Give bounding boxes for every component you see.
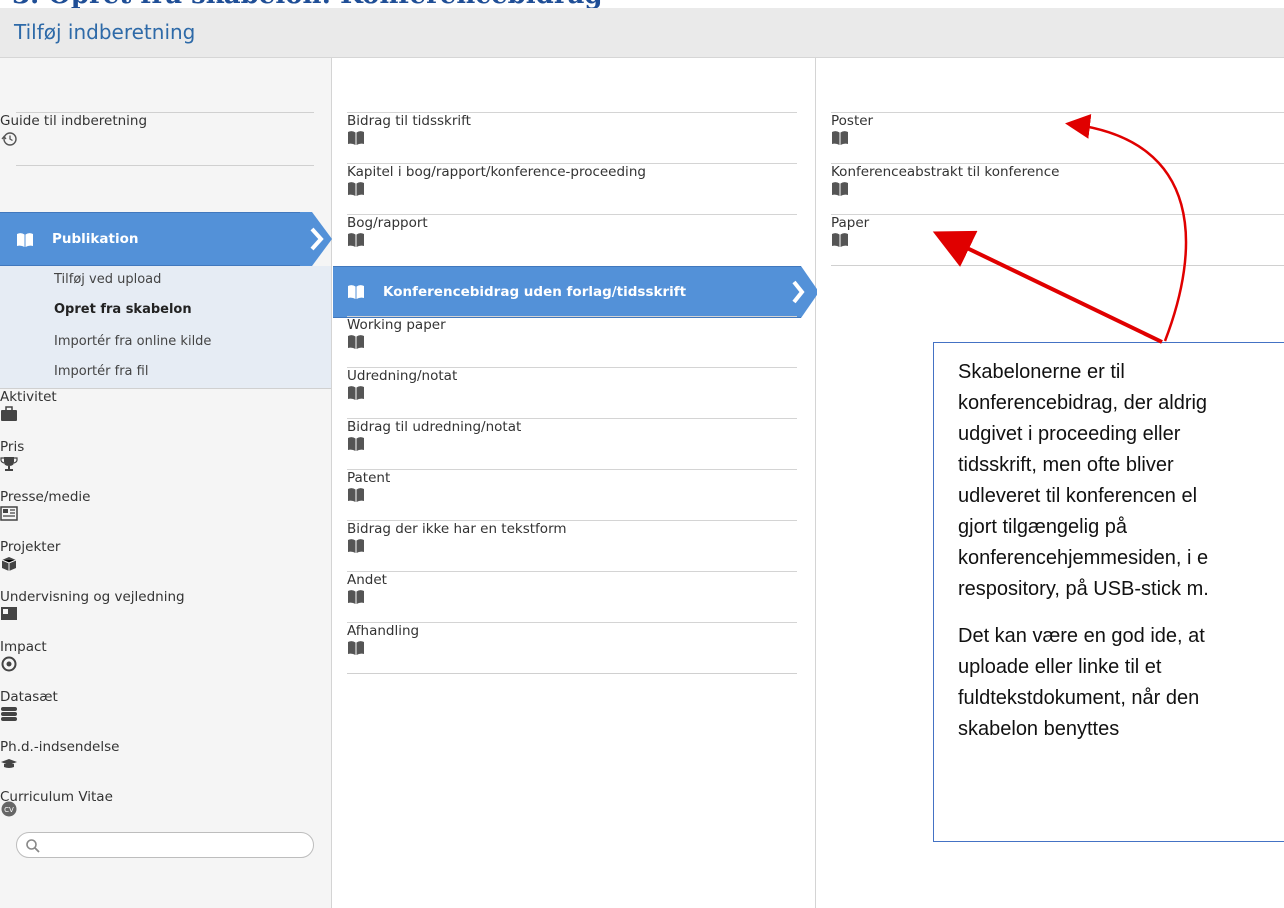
middle-item[interactable]: Patent	[347, 469, 797, 520]
presentation-icon	[1, 607, 17, 620]
sidebar-item-label: Presse/medie	[0, 489, 91, 505]
sidebar-item-label: Impact	[0, 639, 47, 655]
divider	[831, 265, 1284, 266]
page-header: Tilføj indberetning	[0, 8, 1284, 58]
middle-item[interactable]: Andet	[347, 571, 797, 622]
page-title: Tilføj indberetning	[14, 20, 196, 44]
sidebar-item-label: Projekter	[0, 539, 61, 555]
cv-icon: CV	[1, 801, 17, 817]
middle-item-label: Andet	[347, 572, 387, 588]
sidebar-divider	[16, 165, 314, 166]
trophy-icon	[0, 457, 18, 471]
graduation-cap-icon	[1, 759, 17, 768]
sidebar-item-label: Aktivitet	[0, 389, 57, 405]
template-item[interactable]: Poster	[831, 112, 1284, 163]
submenu-item-template[interactable]: Opret fra skabelon	[54, 302, 192, 317]
annotation-note: Skabelonerne er til konferencebidrag, de…	[933, 342, 1284, 842]
chevron-white-icon	[792, 280, 805, 304]
briefcase-icon	[1, 406, 17, 421]
cube-icon	[1, 557, 17, 571]
database-icon	[1, 707, 17, 721]
cropped-heading: 3. Opret fra skabelon: Konferencebidrag	[0, 0, 1284, 8]
template-item[interactable]: Konferenceabstrakt til konference	[831, 163, 1284, 214]
sidebar-item-publikation[interactable]: Publikation	[0, 212, 312, 266]
submenu-item-online-source[interactable]: Importér fra online kilde	[54, 334, 211, 349]
svg-text:CV: CV	[4, 806, 14, 814]
book-icon	[348, 386, 364, 400]
sidebar-item-phd[interactable]: Ph.d.-indsendelse	[0, 739, 119, 789]
middle-item-label: Kapitel i bog/rapport/konference-proceed…	[347, 164, 646, 180]
middle-item[interactable]: Working paper	[347, 316, 797, 367]
book-icon	[348, 641, 364, 655]
sidebar-item-label: Ph.d.-indsendelse	[0, 739, 120, 755]
middle-item-label: Working paper	[347, 317, 446, 333]
template-item-label: Poster	[831, 113, 874, 129]
middle-item-label: Bidrag der ikke har en tekstform	[347, 521, 567, 537]
book-icon	[348, 182, 364, 196]
book-icon	[17, 233, 33, 247]
sidebar-item-aktivitet[interactable]: Aktivitet	[0, 389, 57, 439]
book-icon	[348, 335, 364, 349]
middle-item[interactable]: Afhandling	[347, 622, 797, 673]
newspaper-icon	[0, 506, 18, 521]
search-icon	[26, 839, 40, 853]
middle-item-label: Udredning/notat	[347, 368, 458, 384]
book-icon	[832, 131, 848, 145]
sidebar-item-label: Datasæt	[0, 689, 58, 705]
book-icon	[348, 233, 364, 247]
sidebar-item-impact[interactable]: Impact	[0, 639, 47, 689]
middle-item-label: Konferencebidrag uden forlag/tidsskrift	[383, 284, 687, 300]
submenu-item-file[interactable]: Importér fra fil	[54, 364, 148, 379]
book-icon	[348, 488, 364, 502]
cropped-heading-text: 3. Opret fra skabelon: Konferencebidrag	[12, 0, 603, 8]
book-icon	[348, 285, 364, 299]
middle-item-label: Bidrag til tidsskrift	[347, 113, 471, 129]
middle-item[interactable]: Kapitel i bog/rapport/konference-proceed…	[347, 163, 797, 214]
middle-item-label: Afhandling	[347, 623, 420, 639]
middle-item-label: Patent	[347, 470, 391, 486]
divider	[347, 673, 797, 674]
middle-item[interactable]: Bidrag til tidsskrift	[347, 112, 797, 163]
middle-item[interactable]: Bidrag til udredning/notat	[347, 418, 797, 469]
chevron-right-icon	[300, 212, 332, 266]
middle-item-label: Bog/rapport	[347, 215, 428, 231]
book-icon	[348, 590, 364, 604]
sidebar-item-datasaet[interactable]: Datasæt	[0, 689, 58, 739]
sidebar-item-label: Guide til indberetning	[0, 113, 148, 129]
search-input[interactable]	[16, 832, 314, 858]
submenu-item-upload[interactable]: Tilføj ved upload	[54, 272, 161, 287]
book-icon	[348, 539, 364, 553]
book-icon	[348, 131, 364, 145]
book-icon	[832, 233, 848, 247]
history-icon	[1, 132, 17, 146]
sidebar-item-cv[interactable]: CV Curriculum Vitae	[0, 789, 113, 829]
sidebar-item-label: Pris	[0, 439, 25, 455]
sidebar-item-label: Publikation	[52, 231, 139, 247]
middle-item-selected[interactable]: Konferencebidrag uden forlag/tidsskrift	[333, 266, 801, 318]
book-icon	[832, 182, 848, 196]
book-icon	[348, 437, 364, 451]
template-item-label: Konferenceabstrakt til konference	[831, 164, 1060, 180]
middle-item[interactable]: Bog/rapport	[347, 214, 797, 265]
note-paragraph: Det kan være en god ide, at uploade elle…	[958, 625, 1205, 740]
publikation-submenu: Tilføj ved upload Opret fra skabelon Imp…	[0, 266, 331, 389]
note-paragraph: Skabelonerne er til konferencebidrag, de…	[958, 361, 1209, 600]
sidebar-item-projekter[interactable]: Projekter	[0, 539, 60, 589]
middle-item[interactable]: Udredning/notat	[347, 367, 797, 418]
sidebar-item-undervisning[interactable]: Undervisning og vejledning	[0, 589, 185, 639]
template-item[interactable]: Paper	[831, 214, 1284, 265]
middle-item-label: Bidrag til udredning/notat	[347, 419, 522, 435]
sidebar-item-presse[interactable]: Presse/medie	[0, 489, 90, 539]
sidebar-item-guide[interactable]: Guide til indberetning	[0, 113, 147, 165]
template-item-label: Paper	[831, 215, 870, 231]
sidebar-item-pris[interactable]: Pris	[0, 439, 24, 489]
target-icon	[1, 656, 17, 672]
sidebar-item-label: Undervisning og vejledning	[0, 589, 185, 605]
middle-item[interactable]: Bidrag der ikke har en tekstform	[347, 520, 797, 571]
